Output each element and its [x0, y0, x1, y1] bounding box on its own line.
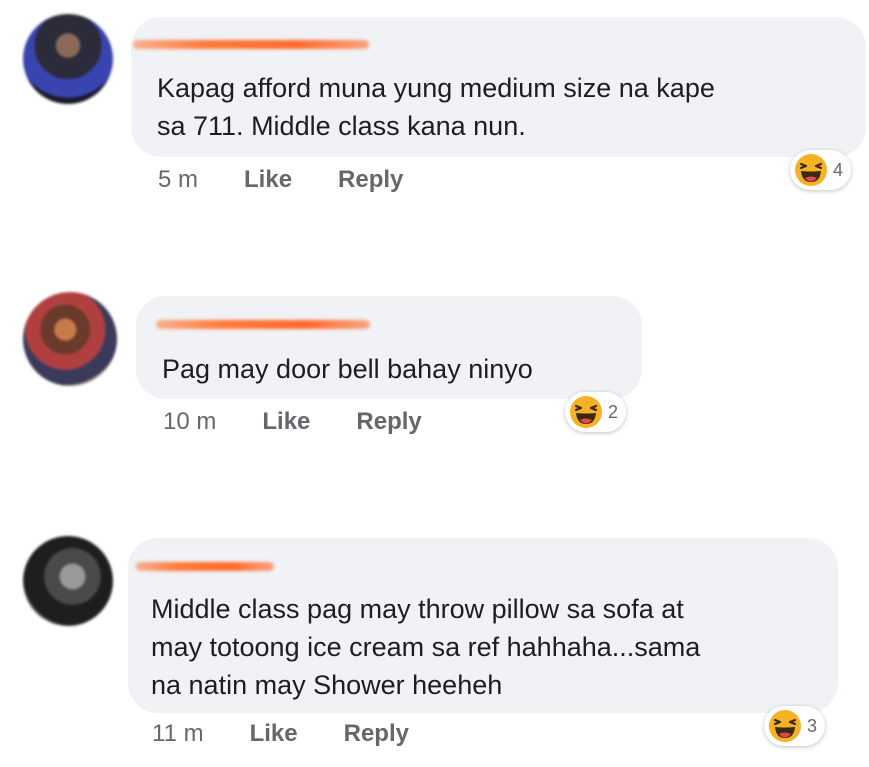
reply-button[interactable]: Reply — [344, 720, 409, 748]
author-name-redacted[interactable] — [156, 320, 370, 329]
comment-meta: 11 m Like Reply — [152, 720, 409, 748]
comment-text: Pag may door bell bahay ninyo — [162, 354, 533, 384]
avatar[interactable] — [23, 536, 113, 626]
like-button[interactable]: Like — [244, 166, 292, 194]
reply-button[interactable]: Reply — [338, 166, 403, 194]
reaction-count: 3 — [807, 715, 818, 736]
reply-button[interactable]: Reply — [356, 408, 421, 436]
comment-timestamp[interactable]: 10 m — [163, 408, 216, 436]
reaction-count: 2 — [608, 401, 619, 422]
reaction-count: 4 — [833, 159, 844, 180]
avatar[interactable] — [23, 292, 117, 386]
comment-meta: 5 m Like Reply — [158, 166, 403, 194]
reaction-badge[interactable]: 3 — [764, 706, 826, 746]
like-button[interactable]: Like — [250, 720, 298, 748]
comment-text: Kapag afford muna yung medium size na ka… — [157, 73, 715, 141]
like-button[interactable]: Like — [262, 408, 310, 436]
author-name-redacted[interactable] — [136, 562, 274, 571]
comment-timestamp[interactable]: 11 m — [152, 720, 204, 748]
reaction-badge[interactable]: 2 — [565, 392, 627, 432]
comment-text: Middle class pag may throw pillow sa sof… — [151, 594, 701, 700]
laughing-emoji-icon — [794, 153, 828, 187]
avatar[interactable] — [23, 14, 113, 104]
author-name-redacted[interactable] — [133, 40, 369, 49]
comment-meta: 10 m Like Reply — [163, 408, 422, 436]
comment-timestamp[interactable]: 5 m — [158, 166, 198, 194]
laughing-emoji-icon — [768, 709, 802, 743]
reaction-badge[interactable]: 4 — [790, 150, 852, 190]
laughing-emoji-icon — [569, 395, 603, 429]
